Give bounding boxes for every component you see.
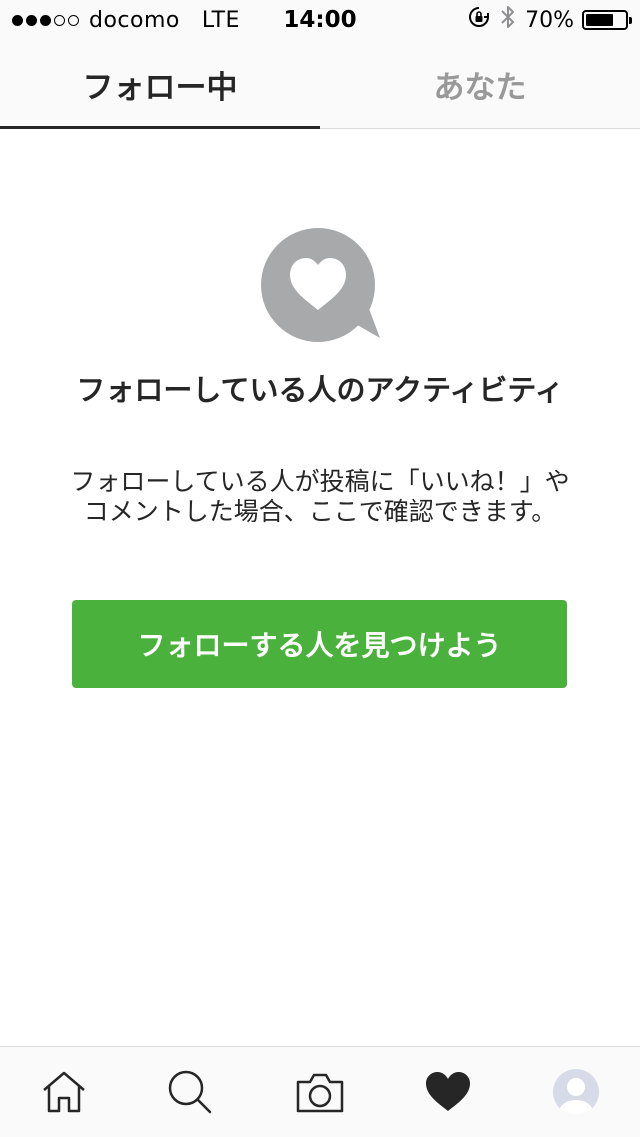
camera-icon[interactable] <box>280 1047 360 1137</box>
battery-percent: 70% <box>525 7 574 33</box>
rotation-lock-icon <box>467 5 491 35</box>
activity-tabs: フォロー中 あなた <box>0 40 640 129</box>
profile-icon[interactable] <box>536 1047 616 1137</box>
battery-level <box>586 14 613 26</box>
empty-state-description: フォローしている人が投稿に「いいね！」やコメントした場合、ここで確認できます。 <box>70 467 570 526</box>
tab-you[interactable]: あなた <box>320 40 640 128</box>
home-icon[interactable] <box>24 1047 104 1137</box>
bluetooth-icon <box>499 4 517 36</box>
search-icon[interactable] <box>150 1047 230 1137</box>
tab-following[interactable]: フォロー中 <box>0 40 320 129</box>
heart-icon[interactable] <box>408 1047 488 1137</box>
battery-icon <box>582 10 632 30</box>
bottom-nav <box>0 1046 640 1137</box>
find-people-button[interactable]: フォローする人を見つけよう <box>72 600 567 688</box>
heart-speech-bubble-icon <box>260 228 384 342</box>
status-right: 70% <box>467 0 632 40</box>
status-bar: docomo LTE 14:00 70% <box>0 0 640 40</box>
empty-state-title: フォローしている人のアクティビティ <box>76 373 564 407</box>
